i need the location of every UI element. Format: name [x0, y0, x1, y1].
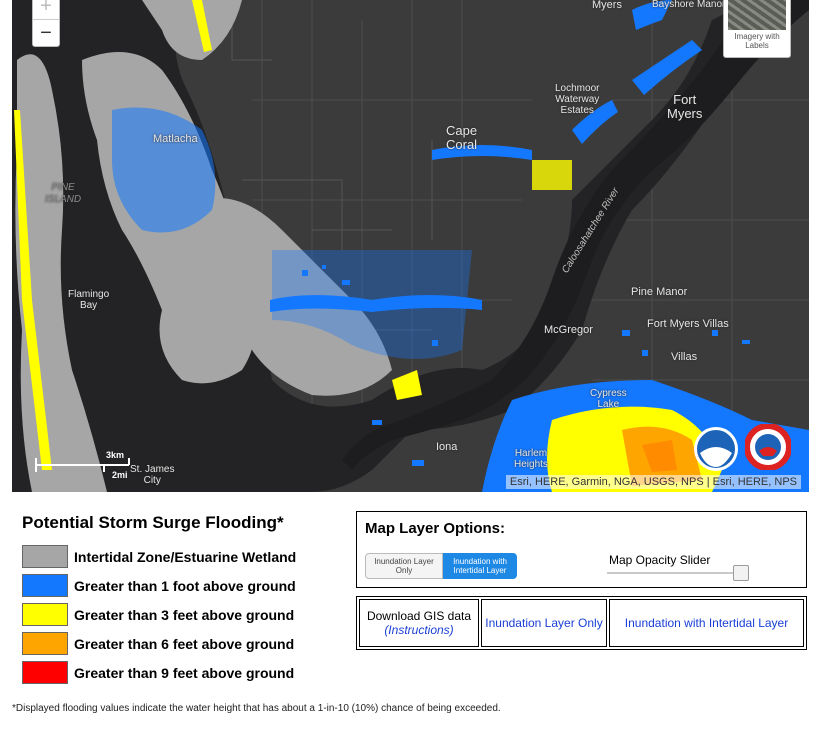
place-label-fort-myers: Fort Myers: [667, 92, 703, 121]
legend-row-1ft: Greater than 1 foot above ground: [22, 571, 342, 600]
legend-label-wetland: Intertidal Zone/Estuarine Wetland: [74, 548, 297, 565]
place-label-iona: Iona: [436, 441, 458, 453]
place-label-cypress-lake: Cypress Lake: [590, 388, 627, 410]
legend-swatch-1ft: [22, 574, 68, 597]
legend-title: Potential Storm Surge Flooding*: [22, 513, 284, 532]
legend-row-wetland: Intertidal Zone/Estuarine Wetland: [22, 542, 342, 571]
nws-logo-icon[interactable]: [744, 423, 792, 471]
inundation-intertidal-button[interactable]: Inundation with Intertidal Layer: [443, 553, 517, 579]
opacity-slider-handle[interactable]: [733, 565, 749, 581]
map-layer-options: Map Layer Options: Inundation Layer Only…: [356, 511, 807, 588]
scale-km-label: 3km: [106, 450, 125, 460]
opacity-slider-label: Map Opacity Slider: [609, 553, 711, 567]
scale-mi-label: 2mi: [112, 470, 128, 480]
legend-swatch-wetland: [22, 545, 68, 568]
legend-swatch-9ft: [22, 661, 68, 684]
inundation-only-button[interactable]: Inundation Layer Only: [365, 553, 443, 579]
gis-download-cell: Download GIS data (Instructions): [359, 599, 479, 647]
place-label-lochmoor: Lochmoor Waterway Estates: [555, 83, 600, 116]
place-label-cape-coral: Cape Coral: [446, 123, 478, 152]
place-label-myers: Myers: [592, 0, 622, 11]
legend-swatch-6ft: [22, 632, 68, 655]
gis-inundation-only-link[interactable]: Inundation Layer Only: [481, 599, 607, 647]
gis-download-title: Download GIS data: [366, 609, 472, 623]
place-label-flamingo-bay: Flamingo Bay: [68, 289, 110, 311]
legend-row-9ft: Greater than 9 feet above ground: [22, 658, 342, 687]
footnote: *Displayed flooding values indicate the …: [12, 703, 501, 714]
scale-bar: 3km 2mi: [34, 450, 154, 480]
storm-surge-map[interactable]: Myers Bayshore Manor Matlacha PINE ISLAN…: [12, 0, 809, 492]
legend-row-3ft: Greater than 3 feet above ground: [22, 600, 342, 629]
noaa-logo-icon[interactable]: [694, 427, 738, 471]
place-label-villas: Villas: [671, 351, 698, 363]
scale-bar-graphic: [35, 458, 130, 472]
place-label-fort-myers-villas: Fort Myers Villas: [647, 318, 729, 330]
zoom-in-button[interactable]: +: [33, 0, 59, 20]
legend-label-1ft: Greater than 1 foot above ground: [74, 577, 296, 594]
imagery-toggle-label: Imagery with Labels: [734, 32, 780, 50]
gis-download-panel: Download GIS data (Instructions) Inundat…: [356, 596, 807, 650]
options-title: Map Layer Options:: [365, 520, 506, 537]
place-label-harlem-heights: Harlem Heights: [514, 448, 548, 470]
map-attribution[interactable]: Esri, HERE, Garmin, NGA, USGS, NPS | Esr…: [505, 475, 801, 489]
opacity-slider-track[interactable]: [607, 572, 743, 574]
zoom-control: + −: [32, 0, 60, 47]
place-label-pine-island: PINE ISLAND: [45, 182, 82, 205]
map-basemap: [12, 0, 809, 492]
gis-inundation-intertidal-link[interactable]: Inundation with Intertidal Layer: [609, 599, 804, 647]
layer-toggle-group: Inundation Layer Only Inundation with In…: [365, 553, 517, 579]
legend-row-6ft: Greater than 6 feet above ground: [22, 629, 342, 658]
place-label-mcgregor: McGregor: [544, 324, 593, 336]
imagery-thumbnail: [728, 0, 786, 30]
legend-swatch-3ft: [22, 603, 68, 626]
place-label-pine-manor: Pine Manor: [631, 286, 688, 298]
flood-legend: Potential Storm Surge Flooding* Intertid…: [22, 513, 342, 687]
legend-label-9ft: Greater than 9 feet above ground: [74, 664, 295, 681]
zoom-out-button[interactable]: −: [33, 20, 59, 46]
imagery-basemap-toggle[interactable]: Imagery with Labels: [723, 0, 791, 58]
gis-instructions-link[interactable]: (Instructions): [384, 623, 453, 637]
place-label-bayshore: Bayshore Manor: [652, 0, 726, 10]
place-label-matlacha: Matlacha: [153, 133, 198, 145]
legend-label-6ft: Greater than 6 feet above ground: [74, 635, 295, 652]
legend-label-3ft: Greater than 3 feet above ground: [74, 606, 295, 623]
